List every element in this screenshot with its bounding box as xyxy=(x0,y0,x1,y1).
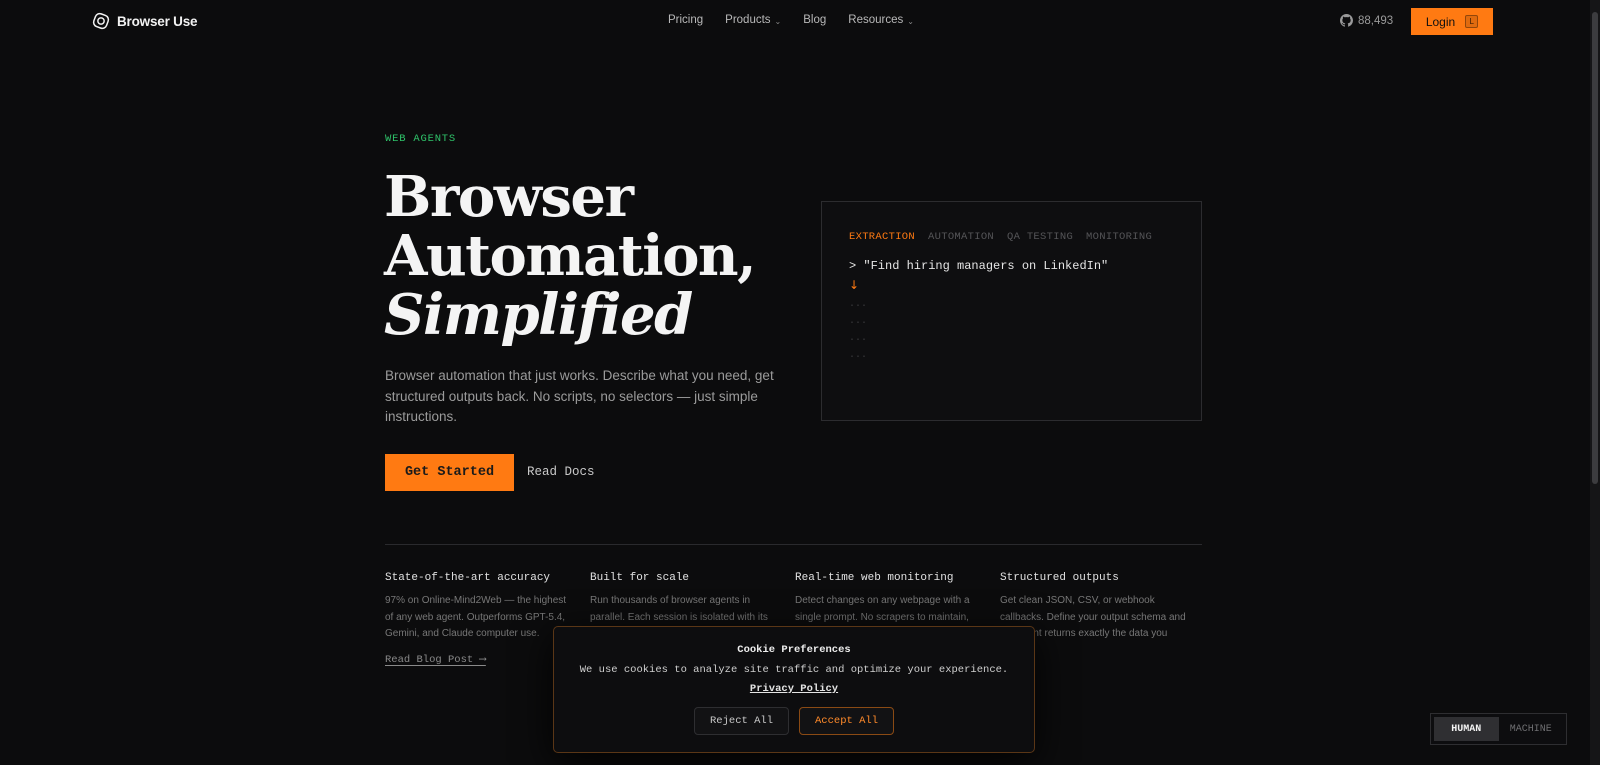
tab-automation[interactable]: AUTOMATION xyxy=(928,231,994,243)
feature-title: Structured outputs xyxy=(1000,572,1119,584)
read-docs-link[interactable]: Read Docs xyxy=(527,465,595,479)
tab-extraction[interactable]: EXTRACTION xyxy=(849,231,915,243)
brand-link[interactable]: Browser Use xyxy=(92,12,198,30)
nav-item-products[interactable]: Products ⌄ xyxy=(725,14,781,26)
use-case-tabs: EXTRACTION AUTOMATION QA TESTING MONITOR… xyxy=(849,231,1152,243)
main-nav: Pricing Products ⌄ Blog Resources ⌄ xyxy=(668,14,914,26)
feature-title: Built for scale xyxy=(590,572,690,584)
privacy-policy-link[interactable]: Privacy Policy xyxy=(750,683,838,695)
login-shortcut-key: L xyxy=(1465,15,1479,28)
cookie-actions: Reject All Accept All xyxy=(554,707,1034,735)
hero-title-line-2: Automation, xyxy=(384,223,757,289)
feature-description: 97% on Online-Mind2Web — the highest of … xyxy=(385,595,567,639)
feature-title: Real-time web monitoring xyxy=(795,572,954,584)
terminal-placeholder-line: ... xyxy=(849,299,868,310)
section-divider xyxy=(385,544,1202,545)
use-case-terminal: EXTRACTION AUTOMATION QA TESTING MONITOR… xyxy=(821,201,1202,421)
mode-toggle: HUMAN MACHINE xyxy=(1430,713,1567,745)
brand-name: Browser Use xyxy=(117,13,198,29)
nav-item-resources[interactable]: Resources ⌄ xyxy=(848,14,914,26)
nav-item-pricing[interactable]: Pricing xyxy=(668,14,703,26)
chevron-down-icon: ⌄ xyxy=(774,16,782,26)
hero-title-line-1: Browser xyxy=(384,164,634,230)
nav-label: Products xyxy=(725,14,771,26)
scrollbar-thumb[interactable] xyxy=(1592,12,1598,484)
reject-all-button[interactable]: Reject All xyxy=(694,707,789,735)
tab-monitoring[interactable]: MONITORING xyxy=(1086,231,1152,243)
github-icon xyxy=(1340,14,1353,27)
site-header: Browser Use Pricing Products ⌄ Blog Reso… xyxy=(0,0,1590,44)
nav-label: Pricing xyxy=(668,14,704,26)
browser-use-logo-icon xyxy=(92,12,110,30)
hero-description: Browser automation that just works. Desc… xyxy=(385,368,774,424)
cookie-text: We use cookies to analyze site traffic a… xyxy=(579,664,1009,676)
page-scrollbar[interactable] xyxy=(1590,0,1600,765)
terminal-placeholder-line: ... xyxy=(849,316,868,327)
login-button[interactable]: Login L xyxy=(1411,8,1493,35)
nav-label: Resources xyxy=(848,14,904,26)
nav-label: Blog xyxy=(803,14,827,26)
read-blog-post-link[interactable]: Read Blog Post ⟶ xyxy=(385,653,486,666)
cookie-consent-dialog: Cookie Preferences We use cookies to ana… xyxy=(553,626,1035,753)
nav-item-blog[interactable]: Blog xyxy=(803,14,826,26)
terminal-placeholder-line: ... xyxy=(849,350,868,361)
hero-title: Browser Automation, Simplified xyxy=(384,164,757,348)
arrow-down-icon: ↓ xyxy=(849,278,860,292)
feature-description: Detect changes on any webpage with a sin… xyxy=(795,595,970,623)
feature-title: State-of-the-art accuracy xyxy=(385,572,551,584)
feature-description: Run thousands of browser agents in paral… xyxy=(590,595,768,623)
get-started-button[interactable]: Get Started xyxy=(385,454,514,491)
github-stars-link[interactable]: 88,493 xyxy=(1340,14,1393,27)
mode-machine-button[interactable]: MACHINE xyxy=(1499,717,1564,741)
chevron-down-icon: ⌄ xyxy=(907,16,914,26)
hero-title-line-3: Simplified xyxy=(384,282,693,348)
accept-all-button[interactable]: Accept All xyxy=(799,707,894,735)
terminal-placeholder-line: ... xyxy=(849,333,868,344)
hero-eyebrow: WEB AGENTS xyxy=(385,133,457,145)
login-label: Login xyxy=(1425,14,1456,29)
tab-qa-testing[interactable]: QA TESTING xyxy=(1007,231,1073,243)
github-stars-count: 88,493 xyxy=(1358,14,1394,27)
cookie-title: Cookie Preferences xyxy=(737,644,851,656)
terminal-output: ... ... ... ... xyxy=(849,296,867,364)
terminal-prompt: > "Find hiring managers on LinkedIn" xyxy=(849,259,1109,273)
mode-human-button[interactable]: HUMAN xyxy=(1434,717,1499,741)
